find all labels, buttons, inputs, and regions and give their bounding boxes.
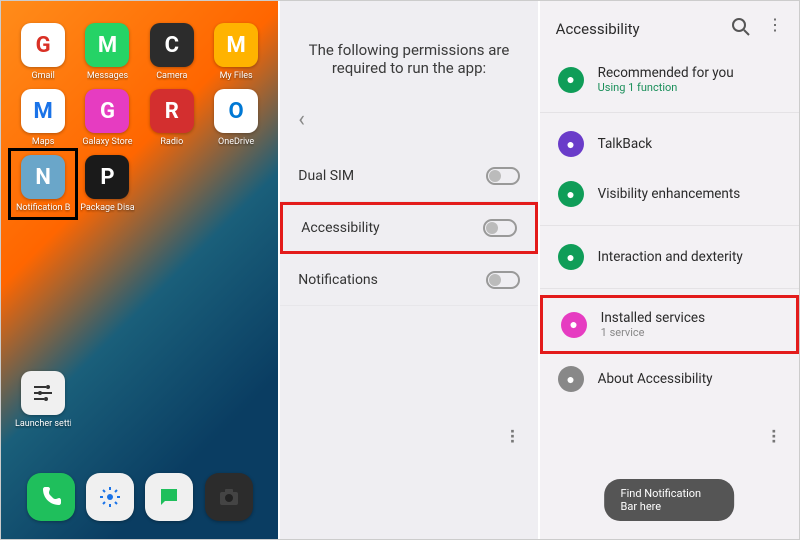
app-package-disa[interactable]: P Package Disa — [79, 155, 135, 213]
toggle[interactable] — [483, 219, 517, 237]
search-icon[interactable] — [729, 15, 753, 43]
accessibility-settings: Accessibility ⋮ ● Recommended for youUsin… — [540, 1, 799, 539]
app-label: Package Disa — [80, 203, 134, 213]
perm-row-accessibility[interactable]: Accessibility — [280, 202, 537, 254]
dock — [1, 473, 278, 521]
separator — [540, 288, 799, 289]
app-notification-b[interactable]: N Notification B — [8, 148, 78, 220]
app-label: Gmail — [32, 71, 55, 81]
perm-label: Notifications — [298, 272, 378, 288]
app-icon: R — [150, 89, 194, 133]
permission-list: Dual SIM Accessibility Notifications — [280, 150, 537, 306]
toggle[interactable] — [486, 167, 520, 185]
app-label: Galaxy Store — [82, 137, 132, 147]
app-gmail[interactable]: G Gmail — [15, 23, 71, 81]
launcher-label: Launcher setti.. — [15, 419, 71, 429]
app-icon: C — [150, 23, 194, 67]
more-icon[interactable]: ⋮ — [767, 15, 783, 43]
setting-icon: ● — [558, 131, 584, 157]
launcher-settings-app[interactable]: Launcher setti.. — [15, 371, 71, 429]
perm-row-dual-sim[interactable]: Dual SIM — [280, 150, 537, 202]
perm-row-notifications[interactable]: Notifications — [280, 254, 537, 306]
app-label: OneDrive — [218, 137, 254, 147]
perm-label: Accessibility — [301, 220, 379, 236]
setting-icon: ● — [558, 67, 584, 93]
permissions-heading: The following permissions are required t… — [280, 1, 537, 107]
setting-label: TalkBack — [598, 136, 652, 152]
app-label: Messages — [87, 71, 128, 81]
app-label: Camera — [156, 71, 187, 81]
separator — [540, 225, 799, 226]
app-icon: O — [214, 89, 258, 133]
setting-talkback[interactable]: ● TalkBack — [540, 119, 799, 169]
app-icon: G — [21, 23, 65, 67]
app-onedrive[interactable]: O OneDrive — [208, 89, 264, 147]
setting-recommended-for-you[interactable]: ● Recommended for youUsing 1 function — [540, 53, 799, 106]
app-messages[interactable]: M Messages — [79, 23, 135, 81]
permissions-screen: The following permissions are required t… — [280, 1, 539, 539]
dock-settings[interactable] — [86, 473, 134, 521]
app-camera[interactable]: C Camera — [144, 23, 200, 81]
setting-sub: 1 service — [601, 326, 705, 339]
setting-label: Recommended for you — [598, 65, 734, 81]
app-label: My Files — [220, 71, 253, 81]
home-screen: G Gmail M Messages C Camera M My Files M Maps G Gal… — [1, 1, 280, 539]
app-icon: M — [85, 23, 129, 67]
app-radio[interactable]: R Radio — [144, 89, 200, 147]
app-maps[interactable]: M Maps — [15, 89, 71, 147]
settings-list: ● Recommended for youUsing 1 function ● Tal… — [540, 53, 799, 404]
app-label: Notification B — [16, 203, 70, 213]
dock-camera[interactable] — [205, 473, 253, 521]
setting-label: Interaction and dexterity — [598, 249, 743, 265]
app-grid: G Gmail M Messages C Camera M My Files M Maps G Gal… — [1, 1, 278, 221]
overflow-icon[interactable]: ⠇ — [770, 428, 783, 449]
app-icon: M — [214, 23, 258, 67]
app-icon: N — [21, 155, 65, 199]
dock-chat[interactable] — [145, 473, 193, 521]
overflow-icon[interactable]: ⠇ — [508, 428, 521, 449]
back-button[interactable]: ‹ — [280, 107, 537, 132]
setting-visibility-enhancements[interactable]: ● Visibility enhancements — [540, 169, 799, 219]
setting-sub: Using 1 function — [598, 81, 734, 94]
app-label: Radio — [160, 137, 183, 147]
app-my-files[interactable]: M My Files — [208, 23, 264, 81]
sliders-icon — [21, 371, 65, 415]
toast: Find Notification Bar here — [604, 479, 734, 521]
dock-phone[interactable] — [27, 473, 75, 521]
separator — [540, 112, 799, 113]
setting-icon: ● — [558, 244, 584, 270]
setting-about-accessibility[interactable]: ● About Accessibility — [540, 354, 799, 404]
app-icon: G — [85, 89, 129, 133]
perm-label: Dual SIM — [298, 168, 354, 184]
setting-icon: ● — [558, 366, 584, 392]
setting-label: About Accessibility — [598, 371, 713, 387]
app-label: Maps — [32, 137, 54, 147]
setting-label: Installed services — [601, 310, 705, 326]
setting-icon: ● — [558, 181, 584, 207]
toggle[interactable] — [486, 271, 520, 289]
setting-icon: ● — [561, 312, 587, 338]
app-icon: M — [21, 89, 65, 133]
settings-header: Accessibility ⋮ — [540, 1, 799, 53]
setting-label: Visibility enhancements — [598, 186, 741, 202]
page-title: Accessibility — [556, 20, 640, 38]
setting-interaction-and-dexterity[interactable]: ● Interaction and dexterity — [540, 232, 799, 282]
setting-installed-services[interactable]: ● Installed services1 service — [540, 295, 799, 354]
app-galaxy-store[interactable]: G Galaxy Store — [79, 89, 135, 147]
app-icon: P — [85, 155, 129, 199]
